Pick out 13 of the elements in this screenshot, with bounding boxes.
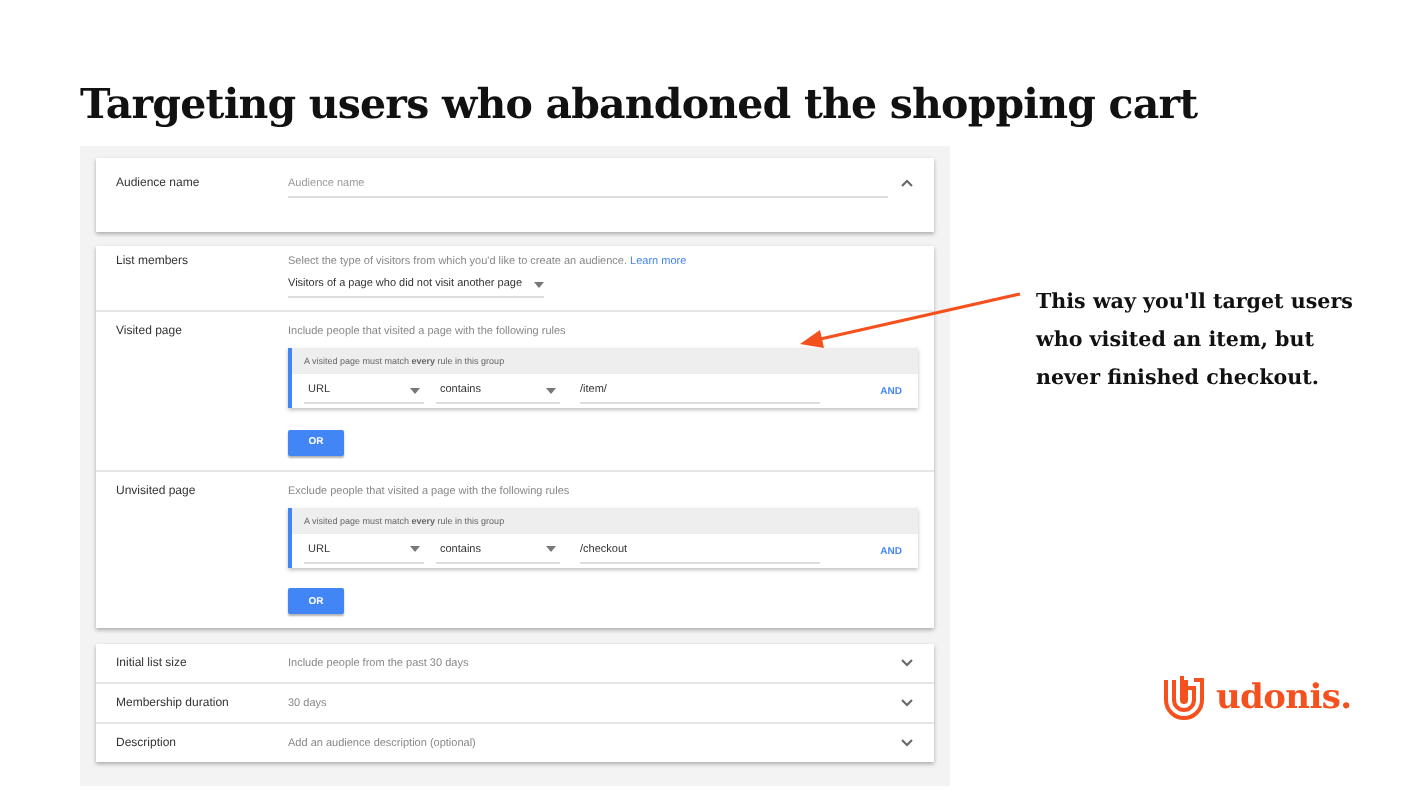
caret-icon bbox=[546, 546, 556, 552]
annotation-text: This way you'll target users who visited an item, but never finished checkout. bbox=[1036, 288, 1355, 394]
logo-text: udonis. bbox=[1216, 678, 1352, 718]
logo-icon bbox=[1162, 674, 1206, 722]
caret-icon bbox=[410, 546, 420, 552]
expand-icon[interactable] bbox=[900, 698, 914, 708]
caret-icon bbox=[534, 281, 545, 287]
slide-title: Targeting users who abandoned the shopping cart bbox=[80, 80, 1198, 128]
collapse-icon[interactable] bbox=[900, 178, 914, 188]
expand-icon[interactable] bbox=[900, 658, 914, 668]
caret-icon bbox=[410, 387, 420, 393]
caret-icon bbox=[546, 387, 556, 393]
expand-icon[interactable] bbox=[900, 738, 914, 748]
